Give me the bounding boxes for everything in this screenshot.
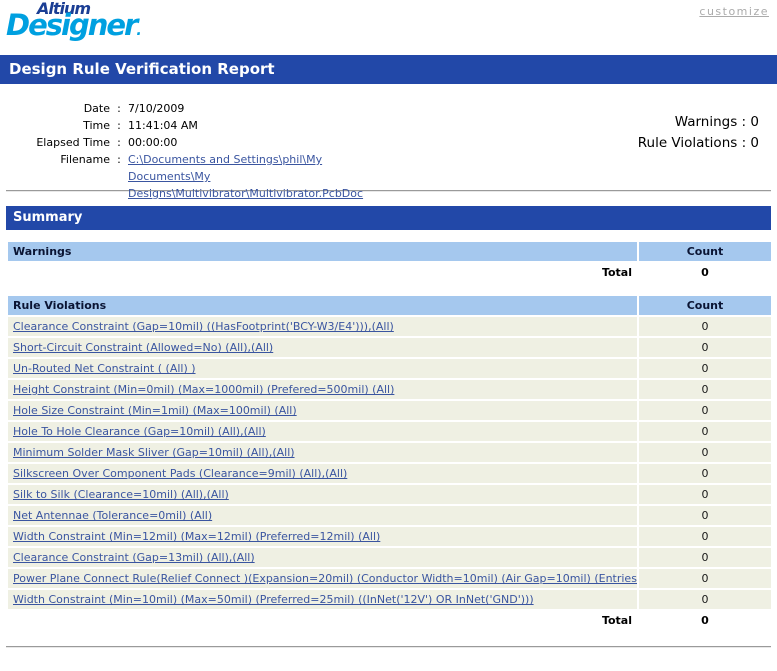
filename-colon: : (110, 151, 128, 202)
rule-violation-count: 0 (639, 485, 771, 504)
warnings-table: Warnings Count Total 0 (6, 240, 773, 284)
rule-violation-row: Short-Circuit Constraint (Allowed=No) (A… (8, 338, 771, 357)
rule-violation-count: 0 (639, 527, 771, 546)
warnings-count-header: Count (639, 242, 771, 261)
rule-violation-cell: Width Constraint (Min=12mil) (Max=12mil)… (8, 527, 637, 546)
rule-violation-row: Silkscreen Over Component Pads (Clearanc… (8, 464, 771, 483)
info-label: Date (6, 100, 110, 117)
summary-section-title: Summary (13, 210, 82, 225)
rule-violation-link[interactable]: Un-Routed Net Constraint ( (All) ) (13, 362, 196, 375)
rule-violation-link[interactable]: Clearance Constraint (Gap=10mil) ((HasFo… (13, 320, 394, 333)
rule-violation-link[interactable]: Hole Size Constraint (Min=1mil) (Max=100… (13, 404, 297, 417)
report-info-section: Date:7/10/2009 Time:11:41:04 AM Elapsed Ti… (6, 100, 771, 190)
rule-violation-cell: Hole To Hole Clearance (Gap=10mil) (All)… (8, 422, 637, 441)
rule-violation-cell: Hole Size Constraint (Min=1mil) (Max=100… (8, 401, 637, 420)
rule-violation-row: Hole To Hole Clearance (Gap=10mil) (All)… (8, 422, 771, 441)
rule-violation-row: Power Plane Connect Rule(Relief Connect … (8, 569, 771, 588)
rule-violation-cell: Silkscreen Over Component Pads (Clearanc… (8, 464, 637, 483)
rule-violation-cell: Minimum Solder Mask Sliver (Gap=10mil) (… (8, 443, 637, 462)
rule-violation-row: Width Constraint (Min=10mil) (Max=50mil)… (8, 590, 771, 609)
warnings-total-row: Total 0 (8, 263, 771, 282)
rule-violation-cell: Clearance Constraint (Gap=13mil) (All),(… (8, 548, 637, 567)
altium-designer-logo: Altium Designer. (6, 1, 140, 40)
info-value: 11:41:04 AM (128, 117, 198, 134)
customize-link[interactable]: customize (699, 5, 769, 18)
page-header: Altium Designer. customize (0, 0, 777, 55)
rule-violation-count: 0 (639, 380, 771, 399)
rule-violation-cell: Clearance Constraint (Gap=10mil) ((HasFo… (8, 317, 637, 336)
warnings-total-label: Total (8, 263, 637, 282)
rule-violation-link[interactable]: Clearance Constraint (Gap=13mil) (All),(… (13, 551, 255, 564)
rule-violation-count: 0 (639, 590, 771, 609)
divider-bottom (6, 646, 771, 648)
rule-violation-cell: Net Antennae (Tolerance=0mil) (All) (8, 506, 637, 525)
rule-violation-row: Net Antennae (Tolerance=0mil) (All) 0 (8, 506, 771, 525)
rule-violation-link[interactable]: Silkscreen Over Component Pads (Clearanc… (13, 467, 347, 480)
rule-violation-link[interactable]: Width Constraint (Min=12mil) (Max=12mil)… (13, 530, 380, 543)
rule-violation-row: Height Constraint (Min=0mil) (Max=1000mi… (8, 380, 771, 399)
rule-violation-count: 0 (639, 569, 771, 588)
rule-violation-link[interactable]: Minimum Solder Mask Sliver (Gap=10mil) (… (13, 446, 295, 459)
rule-violation-count: 0 (639, 548, 771, 567)
rule-violation-count: 0 (639, 506, 771, 525)
info-colon: : (110, 117, 128, 134)
report-title-bar: Design Rule Verification Report (0, 55, 777, 84)
summary-section-bar: Summary (6, 206, 771, 230)
warnings-total-value: 0 (639, 263, 771, 282)
summary-counts: Warnings : 0 Rule Violations : 0 (638, 112, 759, 154)
logo-trademark-dot: . (136, 23, 139, 39)
rule-violation-row: Hole Size Constraint (Min=1mil) (Max=100… (8, 401, 771, 420)
rule-violation-link[interactable]: Net Antennae (Tolerance=0mil) (All) (13, 509, 212, 522)
rule-violation-cell: Un-Routed Net Constraint ( (All) ) (8, 359, 637, 378)
rule-violation-link[interactable]: Hole To Hole Clearance (Gap=10mil) (All)… (13, 425, 266, 438)
report-title: Design Rule Verification Report (9, 60, 275, 78)
rule-violation-link[interactable]: Width Constraint (Min=10mil) (Max=50mil)… (13, 593, 534, 606)
rule-violation-count: 0 (639, 443, 771, 462)
info-value: 7/10/2009 (128, 100, 184, 117)
rule-violation-count: 0 (639, 464, 771, 483)
info-row-filename: Filename : C:\Documents and Settings\phi… (6, 151, 771, 202)
rule-violations-count-text: Rule Violations : 0 (638, 133, 759, 154)
rule-violation-row: Un-Routed Net Constraint ( (All) ) 0 (8, 359, 771, 378)
rule-violation-link[interactable]: Height Constraint (Min=0mil) (Max=1000mi… (13, 383, 394, 396)
rule-violation-row: Width Constraint (Min=12mil) (Max=12mil)… (8, 527, 771, 546)
rule-violation-cell: Height Constraint (Min=0mil) (Max=1000mi… (8, 380, 637, 399)
rule-violation-cell: Power Plane Connect Rule(Relief Connect … (8, 569, 637, 588)
warnings-header: Warnings (8, 242, 637, 261)
rule-violations-total-label: Total (8, 611, 637, 630)
rule-violation-link[interactable]: Power Plane Connect Rule(Relief Connect … (13, 572, 637, 585)
logo-designer-text: Designer. (6, 11, 140, 40)
warnings-header-row: Warnings Count (8, 242, 771, 261)
rule-violation-row: Clearance Constraint (Gap=10mil) ((HasFo… (8, 317, 771, 336)
rule-violation-row: Silk to Silk (Clearance=10mil) (All),(Al… (8, 485, 771, 504)
info-label: Elapsed Time (6, 134, 110, 151)
rule-violations-count-header: Count (639, 296, 771, 315)
rule-violation-cell: Silk to Silk (Clearance=10mil) (All),(Al… (8, 485, 637, 504)
rule-violation-cell: Short-Circuit Constraint (Allowed=No) (A… (8, 338, 637, 357)
rule-violations-header: Rule Violations (8, 296, 637, 315)
rule-violation-link[interactable]: Short-Circuit Constraint (Allowed=No) (A… (13, 341, 273, 354)
rule-violation-row: Clearance Constraint (Gap=13mil) (All),(… (8, 548, 771, 567)
filename-link[interactable]: C:\Documents and Settings\phil\My Docume… (128, 151, 400, 202)
rule-violations-header-row: Rule Violations Count (8, 296, 771, 315)
filename-label: Filename (6, 151, 110, 202)
rule-violations-total-row: Total 0 (8, 611, 771, 630)
rule-violation-count: 0 (639, 317, 771, 336)
rule-violation-cell: Width Constraint (Min=10mil) (Max=50mil)… (8, 590, 637, 609)
rule-violations-table: Rule Violations Count Clearance Constrai… (6, 294, 773, 632)
rule-violation-count: 0 (639, 338, 771, 357)
rule-violation-count: 0 (639, 422, 771, 441)
info-label: Time (6, 117, 110, 134)
info-value: 00:00:00 (128, 134, 177, 151)
rule-violations-total-value: 0 (639, 611, 771, 630)
info-colon: : (110, 134, 128, 151)
info-colon: : (110, 100, 128, 117)
rule-violation-row: Minimum Solder Mask Sliver (Gap=10mil) (… (8, 443, 771, 462)
warnings-count-text: Warnings : 0 (638, 112, 759, 133)
rule-violation-count: 0 (639, 401, 771, 420)
rule-violation-count: 0 (639, 359, 771, 378)
rule-violation-link[interactable]: Silk to Silk (Clearance=10mil) (All),(Al… (13, 488, 229, 501)
